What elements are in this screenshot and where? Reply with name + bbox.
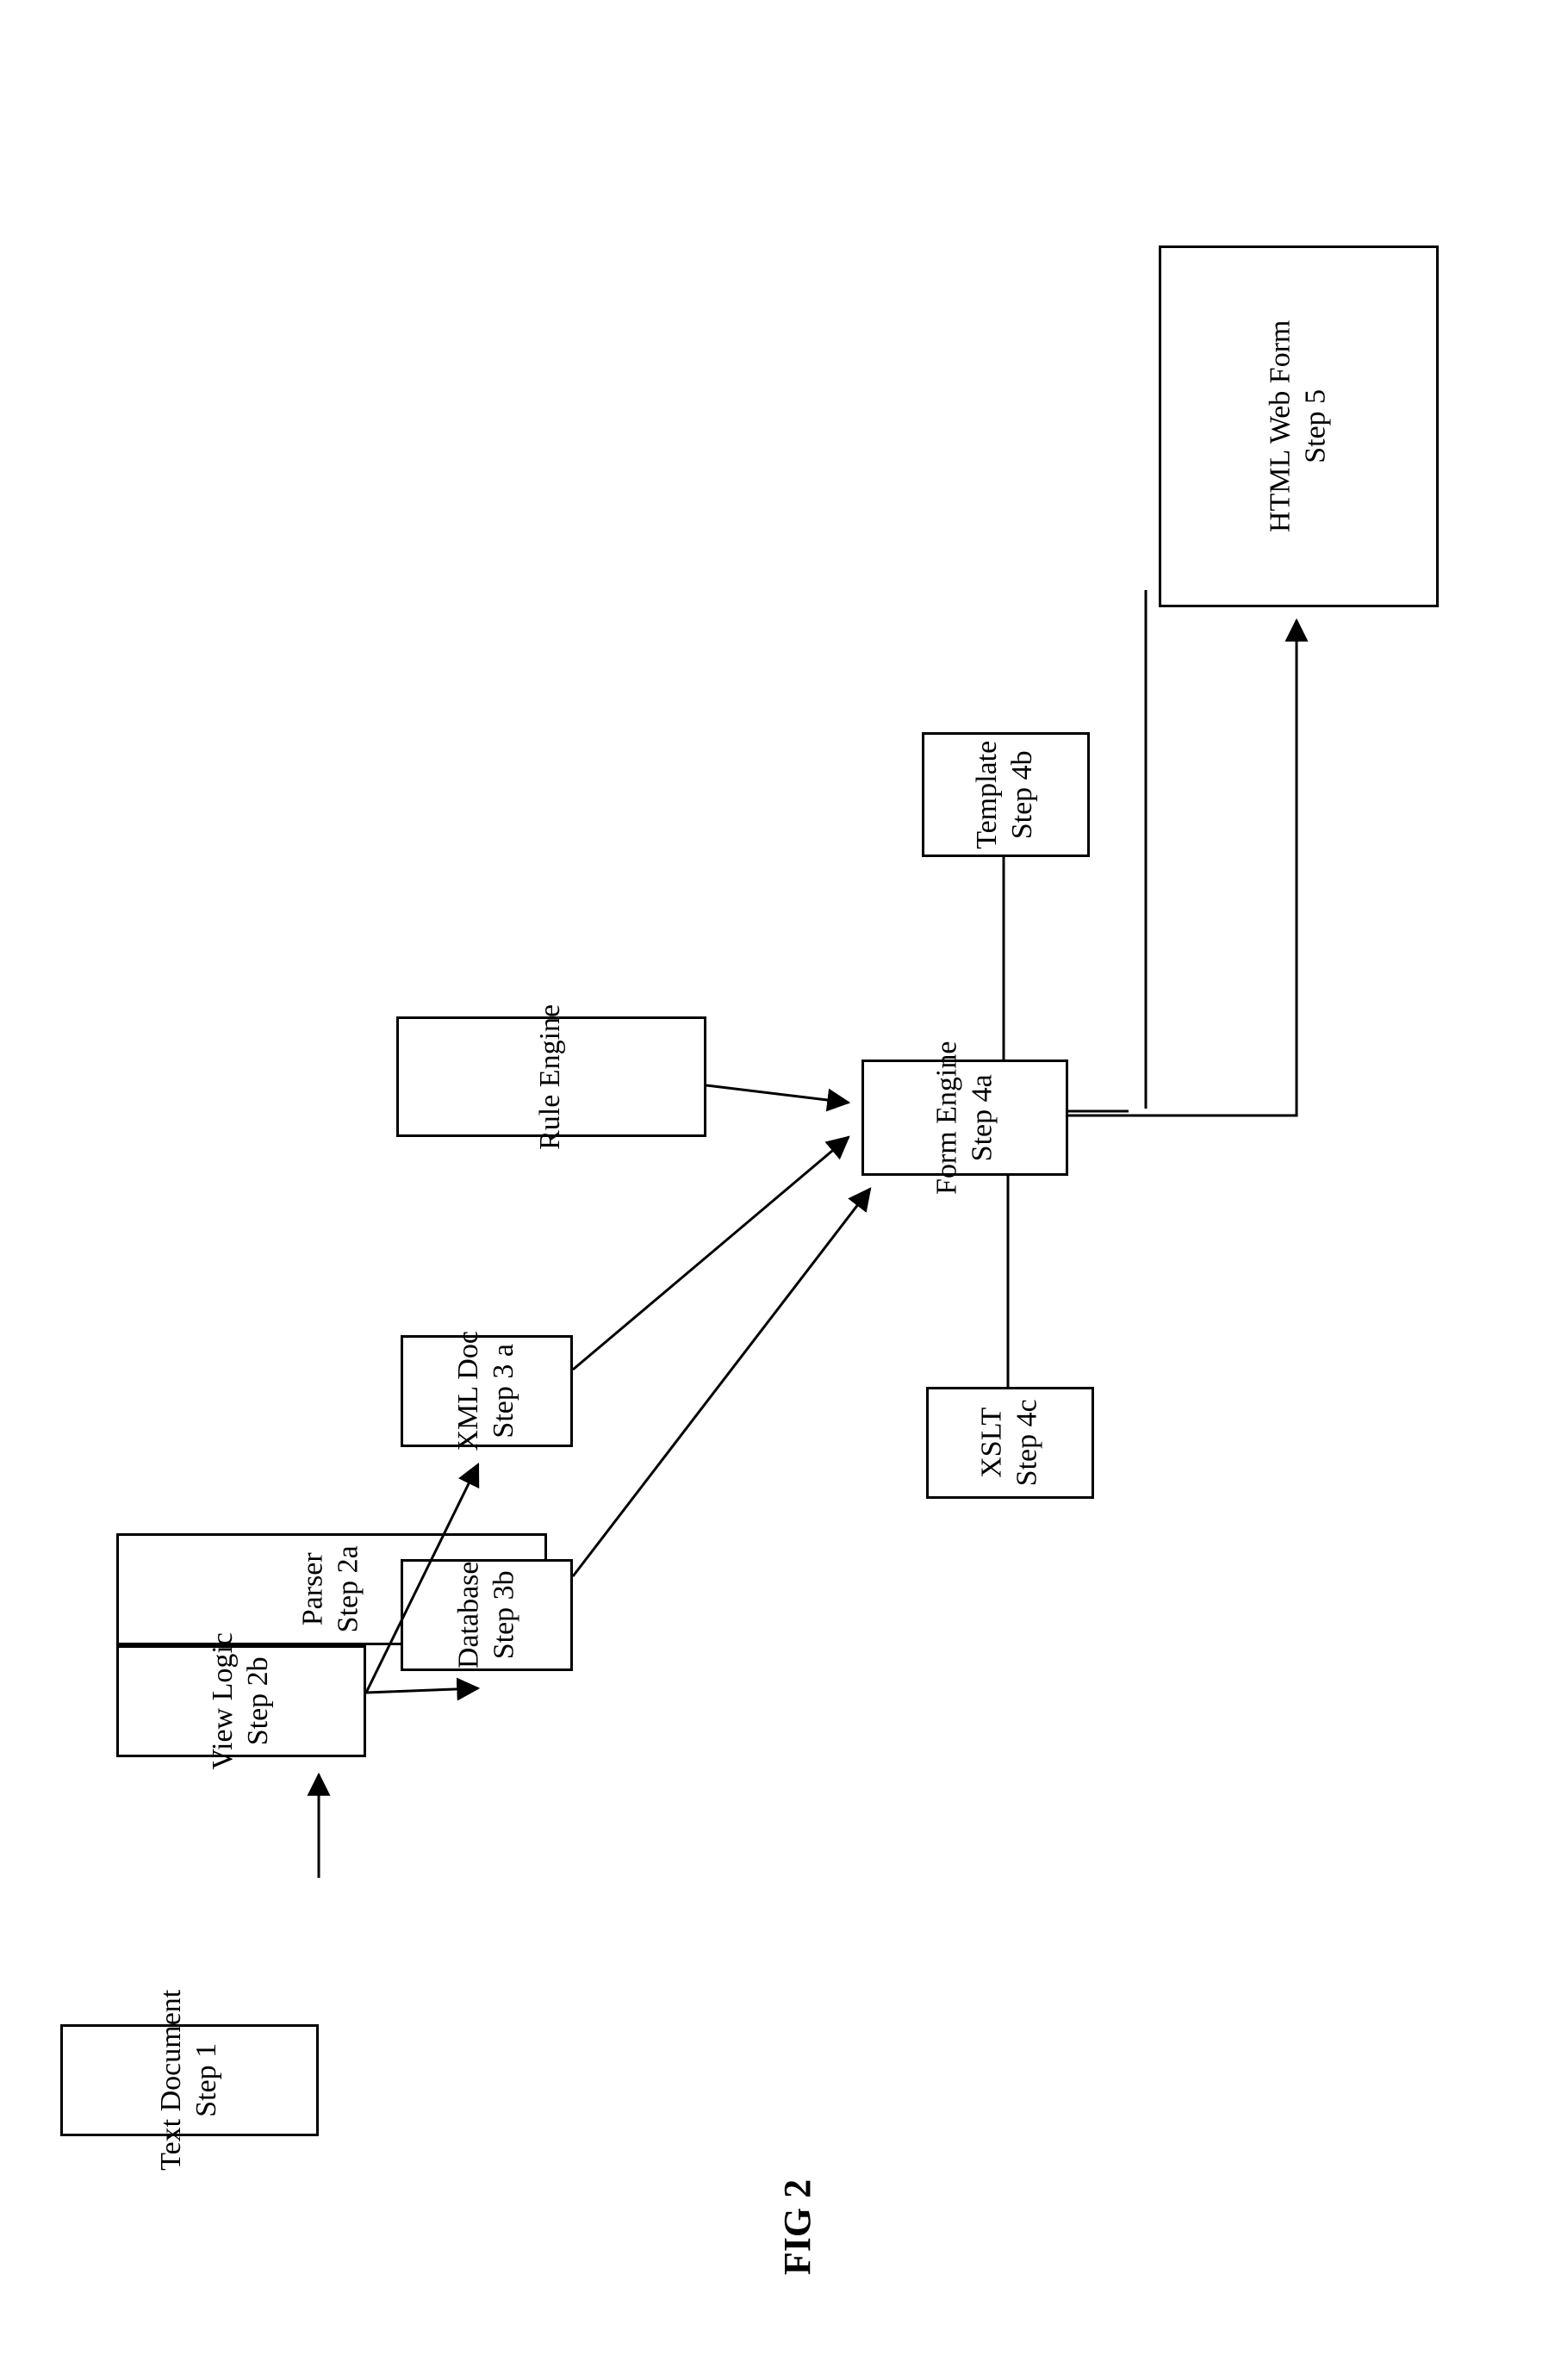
node-label: Database [452,1562,484,1669]
node-label: Parser [297,1553,329,1626]
node-step: Step 3b [488,1571,519,1660]
node-xslt: XSLT Step 4c [926,1387,1094,1499]
edge-viewlogic-to-database [366,1688,478,1693]
node-text-document: Text Document Step 1 [60,2024,319,2136]
node-view-logic: View Logic Step 2b [116,1645,366,1757]
node-label: Form Engine [930,1041,962,1194]
node-step: Step 5 [1300,389,1332,463]
node-step: Step 3 a [488,1344,519,1439]
node-step: Step 2b [242,1657,274,1746]
edge-database-to-formengine [573,1189,870,1576]
node-step: Step 2a [333,1545,364,1632]
node-xml-doc: XML Doc Step 3 a [401,1335,573,1447]
node-label: XML Doc [452,1331,484,1451]
diagram-canvas: Text Document Step 1 Parser Step 2a View… [0,0,1555,2380]
node-step: Step 1 [190,2043,222,2117]
figure-label: FIG 2 [775,2179,819,2275]
node-label: XSLT [976,1407,1008,1478]
node-form-engine: Form Engine Step 4a [861,1060,1068,1176]
node-rule-engine: Rule Engine [396,1016,706,1137]
edge-ruleengine-to-formengine [706,1085,849,1103]
edge-formengine-to-htmlwebform [1068,620,1297,1115]
node-label: Rule Engine [535,1004,567,1149]
node-label: View Logic [207,1632,239,1769]
node-database: Database Step 3b [401,1559,573,1671]
node-label: Template [972,740,1004,848]
node-template: Template Step 4b [922,732,1090,857]
node-step: Step 4a [966,1074,998,1161]
node-step: Step 4c [1011,1399,1042,1486]
node-label: Text Document [155,1990,187,2171]
node-step: Step 4b [1006,750,1038,839]
node-html-web-form: HTML Web Form Step 5 [1159,245,1439,607]
node-label: HTML Web Form [1265,320,1297,533]
edge-xmldoc-to-formengine [573,1137,849,1370]
